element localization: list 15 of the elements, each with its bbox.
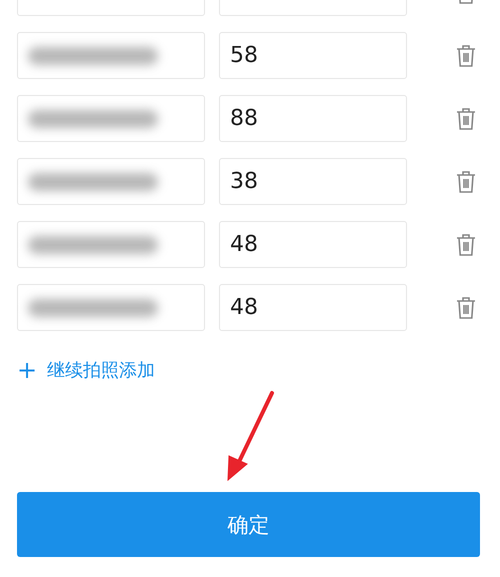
- name-field[interactable]: [17, 95, 205, 142]
- price-field[interactable]: 88: [219, 95, 407, 142]
- delete-icon[interactable]: [456, 44, 476, 68]
- delete-icon[interactable]: [456, 296, 476, 320]
- delete-icon[interactable]: [456, 170, 476, 194]
- price-field[interactable]: 58: [219, 32, 407, 79]
- price-field[interactable]: 38: [219, 158, 407, 205]
- price-field[interactable]: 48: [219, 284, 407, 331]
- name-field[interactable]: [17, 158, 205, 205]
- name-field[interactable]: [17, 221, 205, 268]
- name-field[interactable]: [17, 284, 205, 331]
- price-field[interactable]: 48: [219, 221, 407, 268]
- delete-icon[interactable]: [456, 106, 476, 130]
- delete-icon[interactable]: [456, 232, 476, 256]
- name-field[interactable]: [17, 32, 205, 79]
